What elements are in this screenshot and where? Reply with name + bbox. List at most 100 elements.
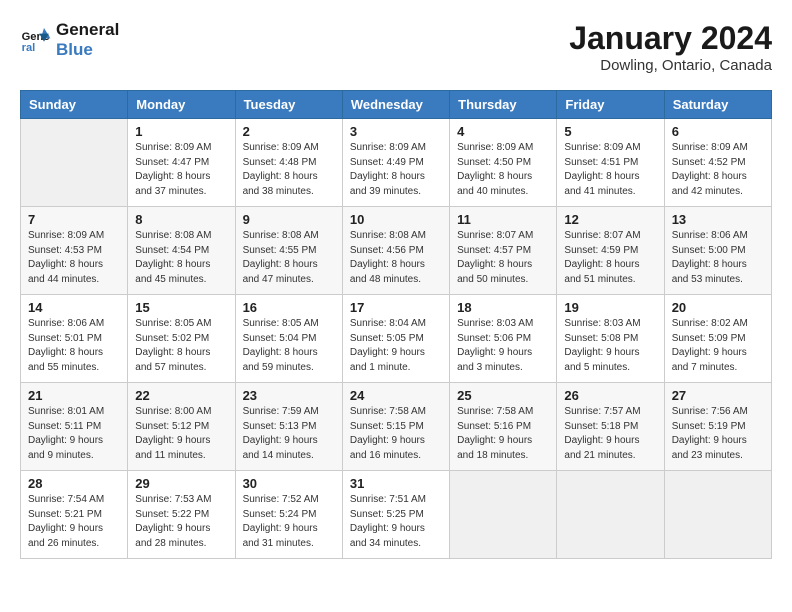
day-number: 8 xyxy=(135,212,227,227)
day-number: 9 xyxy=(243,212,335,227)
day-number: 18 xyxy=(457,300,549,315)
calendar-cell: 28 Sunrise: 7:54 AM Sunset: 5:21 PM Dayli… xyxy=(21,471,128,559)
day-info: Sunrise: 8:08 AM Sunset: 4:54 PM Dayligh… xyxy=(135,229,227,287)
day-number: 24 xyxy=(350,388,442,403)
calendar-cell: 23Sunrise: 7:59 AM Sunset: 5:13 PM Dayli… xyxy=(235,383,342,471)
day-number: 1 xyxy=(135,124,227,139)
calendar-header-row: SundayMondayTuesdayWednesdayThursdayFrid… xyxy=(21,91,772,119)
calendar-cell: 1 Sunrise: 8:09 AM Sunset: 4:47 PM Daylig… xyxy=(128,119,235,207)
calendar-cell: 16 Sunrise: 8:05 AM Sunset: 5:04 PM Dayli… xyxy=(235,295,342,383)
calendar-cell: 22 Sunrise: 8:00 AM Sunset: 5:12 PM Dayli… xyxy=(128,383,235,471)
calendar-week-4: 21 Sunrise: 8:01 AM Sunset: 5:11 PM Dayli… xyxy=(21,383,772,471)
calendar-cell: 6Sunrise: 8:09 AM Sunset: 4:52 PM Daylig… xyxy=(664,119,771,207)
calendar-cell: 24Sunrise: 7:58 AM Sunset: 5:15 PM Dayli… xyxy=(342,383,449,471)
calendar-cell xyxy=(21,119,128,207)
calendar-cell: 30 Sunrise: 7:52 AM Sunset: 5:24 PM Dayli… xyxy=(235,471,342,559)
day-number: 3 xyxy=(350,124,442,139)
day-number: 20 xyxy=(672,300,764,315)
calendar-cell: 18Sunrise: 8:03 AM Sunset: 5:06 PM Dayli… xyxy=(450,295,557,383)
calendar-cell: 3 Sunrise: 8:09 AM Sunset: 4:49 PM Daylig… xyxy=(342,119,449,207)
day-info: Sunrise: 8:00 AM Sunset: 5:12 PM Dayligh… xyxy=(135,405,227,463)
calendar-cell: 13 Sunrise: 8:06 AM Sunset: 5:00 PM Dayli… xyxy=(664,207,771,295)
page-header: Gene ral General Blue January 2024 Dowli… xyxy=(20,20,772,74)
calendar-cell: 9 Sunrise: 8:08 AM Sunset: 4:55 PM Daylig… xyxy=(235,207,342,295)
day-info: Sunrise: 8:09 AM Sunset: 4:51 PM Dayligh… xyxy=(564,141,656,199)
logo: Gene ral General Blue xyxy=(20,20,119,59)
day-number: 16 xyxy=(243,300,335,315)
calendar-cell: 11 Sunrise: 8:07 AM Sunset: 4:57 PM Dayli… xyxy=(450,207,557,295)
day-number: 12 xyxy=(564,212,656,227)
day-header-saturday: Saturday xyxy=(664,91,771,119)
calendar-cell: 31 Sunrise: 7:51 AM Sunset: 5:25 PM Dayli… xyxy=(342,471,449,559)
day-number: 29 xyxy=(135,476,227,491)
day-header-friday: Friday xyxy=(557,91,664,119)
day-header-monday: Monday xyxy=(128,91,235,119)
day-header-sunday: Sunday xyxy=(21,91,128,119)
day-info: Sunrise: 8:07 AM Sunset: 4:57 PM Dayligh… xyxy=(457,229,549,287)
calendar-cell: 2 Sunrise: 8:09 AM Sunset: 4:48 PM Daylig… xyxy=(235,119,342,207)
day-number: 5 xyxy=(564,124,656,139)
day-info: Sunrise: 8:08 AM Sunset: 4:56 PM Dayligh… xyxy=(350,229,442,287)
calendar-title: January 2024 xyxy=(569,20,772,57)
title-block: January 2024 Dowling, Ontario, Canada xyxy=(569,20,772,74)
day-info: Sunrise: 8:05 AM Sunset: 5:02 PM Dayligh… xyxy=(135,317,227,375)
day-info: Sunrise: 7:57 AM Sunset: 5:18 PM Dayligh… xyxy=(564,405,656,463)
day-info: Sunrise: 8:06 AM Sunset: 5:01 PM Dayligh… xyxy=(28,317,120,375)
calendar-week-3: 14 Sunrise: 8:06 AM Sunset: 5:01 PM Dayli… xyxy=(21,295,772,383)
calendar-cell: 26 Sunrise: 7:57 AM Sunset: 5:18 PM Dayli… xyxy=(557,383,664,471)
day-info: Sunrise: 7:52 AM Sunset: 5:24 PM Dayligh… xyxy=(243,493,335,551)
day-info: Sunrise: 8:06 AM Sunset: 5:00 PM Dayligh… xyxy=(672,229,764,287)
logo-icon: Gene ral xyxy=(20,24,52,56)
calendar-cell xyxy=(664,471,771,559)
calendar-cell: 21 Sunrise: 8:01 AM Sunset: 5:11 PM Dayli… xyxy=(21,383,128,471)
day-info: Sunrise: 8:09 AM Sunset: 4:49 PM Dayligh… xyxy=(350,141,442,199)
day-info: Sunrise: 8:09 AM Sunset: 4:47 PM Dayligh… xyxy=(135,141,227,199)
svg-text:ral: ral xyxy=(22,42,36,54)
calendar-cell: 15 Sunrise: 8:05 AM Sunset: 5:02 PM Dayli… xyxy=(128,295,235,383)
day-info: Sunrise: 7:54 AM Sunset: 5:21 PM Dayligh… xyxy=(28,493,120,551)
calendar-subtitle: Dowling, Ontario, Canada xyxy=(569,57,772,74)
calendar-cell: 8 Sunrise: 8:08 AM Sunset: 4:54 PM Daylig… xyxy=(128,207,235,295)
day-info: Sunrise: 7:59 AM Sunset: 5:13 PM Dayligh… xyxy=(243,405,335,463)
day-number: 4 xyxy=(457,124,549,139)
day-number: 19 xyxy=(564,300,656,315)
calendar-cell: 10Sunrise: 8:08 AM Sunset: 4:56 PM Dayli… xyxy=(342,207,449,295)
day-info: Sunrise: 7:51 AM Sunset: 5:25 PM Dayligh… xyxy=(350,493,442,551)
calendar-cell: 27Sunrise: 7:56 AM Sunset: 5:19 PM Dayli… xyxy=(664,383,771,471)
day-info: Sunrise: 8:02 AM Sunset: 5:09 PM Dayligh… xyxy=(672,317,764,375)
calendar-cell xyxy=(450,471,557,559)
logo-text-line1: General xyxy=(56,20,119,40)
day-number: 30 xyxy=(243,476,335,491)
day-info: Sunrise: 8:09 AM Sunset: 4:48 PM Dayligh… xyxy=(243,141,335,199)
calendar-cell: 14 Sunrise: 8:06 AM Sunset: 5:01 PM Dayli… xyxy=(21,295,128,383)
day-number: 14 xyxy=(28,300,120,315)
day-number: 11 xyxy=(457,212,549,227)
calendar-cell: 4 Sunrise: 8:09 AM Sunset: 4:50 PM Daylig… xyxy=(450,119,557,207)
day-info: Sunrise: 8:01 AM Sunset: 5:11 PM Dayligh… xyxy=(28,405,120,463)
logo-text-line2: Blue xyxy=(56,40,119,60)
calendar-table: SundayMondayTuesdayWednesdayThursdayFrid… xyxy=(20,90,772,559)
calendar-cell: 19 Sunrise: 8:03 AM Sunset: 5:08 PM Dayli… xyxy=(557,295,664,383)
day-number: 26 xyxy=(564,388,656,403)
calendar-cell xyxy=(557,471,664,559)
day-info: Sunrise: 8:07 AM Sunset: 4:59 PM Dayligh… xyxy=(564,229,656,287)
day-number: 22 xyxy=(135,388,227,403)
day-number: 21 xyxy=(28,388,120,403)
calendar-week-5: 28 Sunrise: 7:54 AM Sunset: 5:21 PM Dayli… xyxy=(21,471,772,559)
day-info: Sunrise: 8:05 AM Sunset: 5:04 PM Dayligh… xyxy=(243,317,335,375)
day-number: 15 xyxy=(135,300,227,315)
day-info: Sunrise: 8:03 AM Sunset: 5:08 PM Dayligh… xyxy=(564,317,656,375)
day-info: Sunrise: 8:09 AM Sunset: 4:50 PM Dayligh… xyxy=(457,141,549,199)
day-info: Sunrise: 8:09 AM Sunset: 4:53 PM Dayligh… xyxy=(28,229,120,287)
day-number: 17 xyxy=(350,300,442,315)
calendar-cell: 20 Sunrise: 8:02 AM Sunset: 5:09 PM Dayli… xyxy=(664,295,771,383)
day-header-wednesday: Wednesday xyxy=(342,91,449,119)
day-number: 31 xyxy=(350,476,442,491)
day-number: 2 xyxy=(243,124,335,139)
day-number: 27 xyxy=(672,388,764,403)
day-number: 13 xyxy=(672,212,764,227)
day-number: 28 xyxy=(28,476,120,491)
calendar-cell: 12 Sunrise: 8:07 AM Sunset: 4:59 PM Dayli… xyxy=(557,207,664,295)
day-info: Sunrise: 8:08 AM Sunset: 4:55 PM Dayligh… xyxy=(243,229,335,287)
calendar-cell: 7Sunrise: 8:09 AM Sunset: 4:53 PM Daylig… xyxy=(21,207,128,295)
